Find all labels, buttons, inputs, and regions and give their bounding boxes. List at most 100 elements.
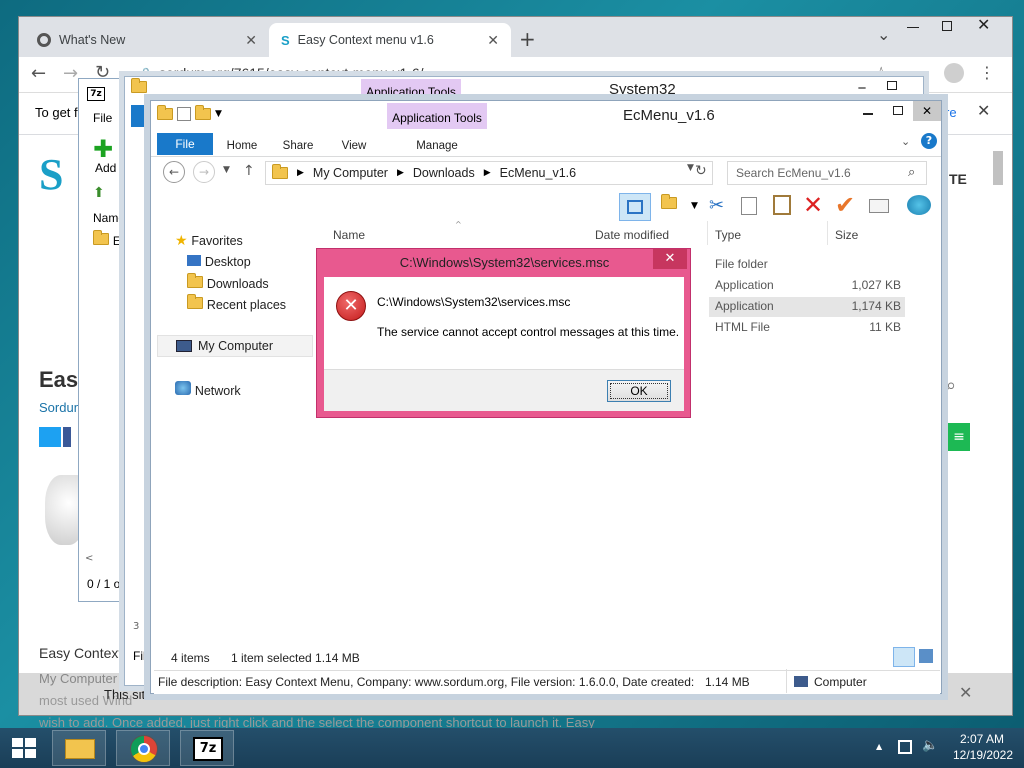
- preview-pane-button[interactable]: [619, 193, 651, 221]
- up-icon[interactable]: ↑: [243, 163, 255, 179]
- cookie-close-icon[interactable]: ✕: [959, 683, 972, 702]
- back-icon[interactable]: ←: [31, 63, 46, 84]
- file-row-selected[interactable]: Application 1,174 KB: [709, 297, 905, 317]
- breadcrumb[interactable]: ▶ My Computer ▶ Downloads ▶ EcMenu_v1.6: [265, 161, 713, 185]
- browser-tab-whats-new[interactable]: What's New ✕: [25, 23, 269, 57]
- ribbon-tab-share[interactable]: Share: [277, 135, 319, 157]
- breadcrumb-item[interactable]: My Computer: [313, 166, 388, 180]
- ok-button[interactable]: OK: [607, 380, 671, 402]
- new-tab-button[interactable]: +: [519, 27, 536, 51]
- tray-overflow-icon[interactable]: ▲: [876, 742, 882, 751]
- nav-network[interactable]: Network: [175, 381, 241, 398]
- search-box[interactable]: Search EcMenu_v1.6 ⌕: [727, 161, 927, 185]
- minimize-icon[interactable]: [853, 101, 883, 121]
- rename-icon[interactable]: [869, 199, 889, 213]
- 7zip-row[interactable]: Ec: [93, 230, 127, 248]
- new-folder-icon[interactable]: [195, 105, 211, 120]
- tab-close-icon[interactable]: ✕: [487, 32, 499, 49]
- up-folder-icon[interactable]: ⬆: [93, 185, 105, 201]
- breadcrumb-item[interactable]: EcMenu_v1.6: [500, 166, 576, 180]
- address-dropdown-icon[interactable]: ▼: [687, 163, 694, 173]
- file-size-detail: 1.14 MB: [705, 675, 750, 689]
- file-tab[interactable]: [131, 105, 151, 127]
- delete-icon[interactable]: ✕: [803, 191, 823, 219]
- customize-dropdown-icon[interactable]: ▼: [215, 109, 222, 119]
- column-header-name[interactable]: Name: [333, 228, 365, 242]
- details-view-button[interactable]: [893, 647, 915, 667]
- refresh-icon[interactable]: ↻: [695, 163, 707, 179]
- checkmark-icon[interactable]: ✔: [835, 191, 855, 219]
- paste-icon[interactable]: [773, 195, 791, 215]
- file-row[interactable]: File folder: [709, 255, 905, 275]
- clock-time[interactable]: 2:07 AM: [952, 732, 1012, 746]
- maximize-icon[interactable]: [883, 101, 913, 121]
- column-header-size[interactable]: Size: [835, 228, 858, 242]
- menu-icon[interactable]: ⋮: [979, 63, 995, 82]
- copy-icon[interactable]: [741, 197, 757, 215]
- nav-recent-places[interactable]: Recent places: [187, 294, 286, 312]
- page-scrollbar[interactable]: [993, 151, 1003, 185]
- network-tray-icon[interactable]: [898, 740, 912, 754]
- search-icon[interactable]: ⌕: [946, 375, 956, 396]
- 7zip-menu-file[interactable]: File: [93, 111, 112, 125]
- back-icon[interactable]: ←: [163, 161, 185, 183]
- recent-locations-icon[interactable]: ▼: [223, 165, 230, 175]
- ribbon-tab-manage[interactable]: Manage: [387, 135, 487, 157]
- help-icon[interactable]: ?: [921, 133, 937, 149]
- tab-search-button[interactable]: ⌄: [877, 25, 890, 44]
- nav-my-computer[interactable]: My Computer: [157, 335, 313, 357]
- taskbar-7zip[interactable]: 7z: [180, 730, 234, 766]
- minimize-icon[interactable]: _: [847, 74, 877, 95]
- maximize-icon[interactable]: [942, 21, 952, 31]
- minimize-icon[interactable]: [907, 27, 919, 28]
- properties-icon[interactable]: [177, 107, 191, 121]
- column-divider[interactable]: [827, 221, 828, 245]
- 7zip-add-label[interactable]: Add: [95, 161, 116, 175]
- column-header-type[interactable]: Type: [715, 228, 741, 242]
- volume-icon[interactable]: 🔈: [922, 738, 938, 753]
- forward-icon[interactable]: →: [63, 63, 78, 84]
- folder-options-icon[interactable]: [661, 194, 677, 212]
- cut-icon[interactable]: ✂: [709, 195, 724, 216]
- twitter-icon[interactable]: [39, 427, 61, 447]
- 7zip-column-name[interactable]: Name: [93, 211, 125, 225]
- file-explorer-icon: [65, 739, 95, 759]
- globe-icon[interactable]: [907, 195, 931, 215]
- nav-desktop[interactable]: Desktop: [187, 255, 251, 269]
- profile-icon[interactable]: [944, 63, 964, 83]
- downloads-folder-icon: [187, 273, 203, 288]
- start-button[interactable]: [12, 738, 36, 758]
- clock-date[interactable]: 12/19/2022: [948, 748, 1018, 762]
- facebook-icon[interactable]: [63, 427, 71, 447]
- taskbar-chrome[interactable]: [116, 730, 170, 766]
- forward-icon[interactable]: →: [193, 161, 215, 183]
- taskbar-file-explorer[interactable]: [52, 730, 106, 766]
- close-icon[interactable]: ✕: [977, 15, 990, 34]
- file-row[interactable]: Application 1,027 KB: [709, 276, 905, 296]
- close-icon[interactable]: ✕: [913, 101, 941, 121]
- ribbon-tab-home[interactable]: Home: [221, 135, 263, 157]
- ribbon-tab-file[interactable]: File: [157, 133, 213, 155]
- share-icon[interactable]: ≡: [948, 423, 970, 451]
- options-dropdown-icon[interactable]: ▼: [691, 201, 698, 211]
- file-row[interactable]: HTML File 11 KB: [709, 318, 905, 338]
- scroll-left-icon[interactable]: <: [85, 553, 93, 564]
- column-divider[interactable]: [707, 221, 708, 245]
- maximize-icon[interactable]: [877, 77, 907, 95]
- nav-downloads[interactable]: Downloads: [187, 273, 269, 291]
- browser-tab-easy-context[interactable]: S Easy Context menu v1.6 ✕: [269, 23, 511, 57]
- tab-close-icon[interactable]: ✕: [245, 32, 257, 49]
- ribbon-tab-view[interactable]: View: [333, 135, 375, 157]
- folder-icon[interactable]: [157, 105, 173, 120]
- info-bar-close-icon[interactable]: ✕: [977, 101, 990, 120]
- add-icon[interactable]: ✚: [93, 135, 113, 163]
- dialog-close-icon[interactable]: ✕: [653, 249, 687, 269]
- column-header-date[interactable]: Date modified: [595, 228, 669, 242]
- info-bar-link[interactable]: re: [945, 105, 957, 120]
- nav-favorites[interactable]: ★ Favorites: [175, 233, 243, 249]
- large-icons-view-button[interactable]: [919, 649, 933, 663]
- search-icon[interactable]: ⌕: [908, 165, 915, 180]
- breadcrumb-item[interactable]: Downloads: [413, 166, 475, 180]
- ribbon-expand-icon[interactable]: ⌄: [901, 135, 910, 148]
- context-tab-application-tools[interactable]: Application Tools: [387, 103, 487, 129]
